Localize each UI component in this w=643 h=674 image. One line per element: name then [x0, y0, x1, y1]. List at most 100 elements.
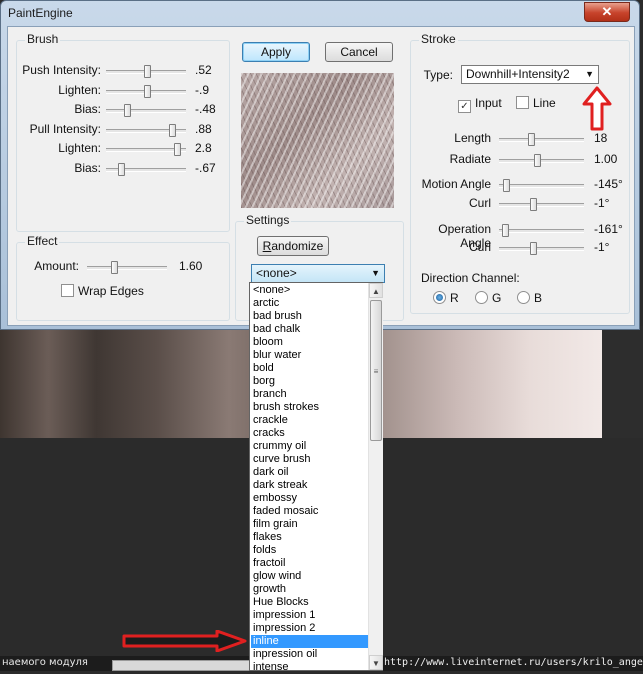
dropdown-item[interactable]: film grain	[251, 518, 368, 531]
dropdown-scrollbar[interactable]: ▲ ≡ ▼	[368, 283, 383, 670]
texture-preview	[241, 73, 394, 208]
dropdown-item[interactable]: growth	[251, 583, 368, 596]
channel-radio-b[interactable]: B	[517, 291, 542, 305]
chevron-down-icon: ▼	[371, 268, 380, 278]
dropdown-item[interactable]: bad chalk	[251, 323, 368, 336]
stroke-legend: Stroke	[419, 32, 458, 46]
dropdown-item[interactable]: cracks	[251, 427, 368, 440]
brush-legend: Brush	[25, 32, 61, 46]
dropdown-item[interactable]: brush strokes	[251, 401, 368, 414]
dropdown-item[interactable]: inpression oil	[251, 648, 368, 661]
dropdown-item[interactable]: blur water	[251, 349, 368, 362]
bottom-scrollbar[interactable]	[112, 660, 250, 671]
brush-slider-thumb[interactable]	[169, 123, 176, 137]
brush-slider-thumb[interactable]	[174, 143, 181, 156]
dropdown-item[interactable]: inline	[251, 635, 368, 648]
brush-slider[interactable]	[106, 162, 186, 176]
stroke-slider-thumb[interactable]	[502, 224, 509, 237]
dropdown-item[interactable]: curve brush	[251, 453, 368, 466]
scroll-up-arrow-icon[interactable]: ▲	[369, 283, 383, 298]
check-icon: ✓	[460, 101, 469, 112]
stroke-slider-thumb[interactable]	[534, 154, 541, 167]
brush-slider[interactable]	[106, 84, 186, 98]
stroke-row-value: -1°	[594, 240, 610, 254]
brush-slider-thumb[interactable]	[144, 84, 151, 98]
stroke-slider-thumb[interactable]	[503, 179, 510, 192]
input-checkbox[interactable]: ✓ Input	[458, 96, 502, 113]
channel-radio-r[interactable]: R	[433, 291, 459, 305]
brush-slider-thumb[interactable]	[144, 65, 151, 78]
dropdown-item[interactable]: bloom	[251, 336, 368, 349]
apply-button[interactable]: Apply	[242, 42, 310, 62]
radio-dot[interactable]	[433, 291, 446, 304]
preset-dropdown-list[interactable]: <none> arctic bad brush bad chalk bloom blur …	[249, 282, 383, 674]
stroke-row-value: 1.00	[594, 152, 618, 166]
stroke-slider[interactable]	[499, 198, 584, 211]
brush-row-label: Lighten:	[58, 141, 101, 155]
brush-slider[interactable]	[106, 143, 186, 156]
channel-radio-g[interactable]: G	[475, 291, 501, 305]
radio-dot[interactable]	[517, 291, 530, 304]
paintengine-window: PaintEngine ✕ Brush Push Intensity: .52 Li…	[0, 0, 640, 330]
effect-group: Effect Amount: 1.60 Wrap Edges	[16, 234, 230, 321]
background-panel	[602, 326, 643, 438]
stroke-slider[interactable]	[499, 242, 584, 255]
stroke-slider[interactable]	[499, 224, 584, 237]
dropdown-item[interactable]: glow wind	[251, 570, 368, 583]
stroke-group: Stroke Type: Downhill+Intensity2 ▼ ✓ Inpu…	[410, 32, 630, 314]
line-checkbox[interactable]: Line	[516, 96, 556, 110]
line-box[interactable]	[516, 96, 529, 109]
wrap-edges-checkbox[interactable]: Wrap Edges	[61, 284, 144, 298]
wrap-edges-box[interactable]	[61, 284, 74, 297]
dropdown-item[interactable]: branch	[251, 388, 368, 401]
brush-slider[interactable]	[106, 123, 186, 137]
randomize-button[interactable]: Randomize	[257, 236, 329, 256]
title-bar[interactable]: PaintEngine ✕	[1, 1, 639, 25]
dropdown-item[interactable]: fractoil	[251, 557, 368, 570]
dropdown-item[interactable]: impression 1	[251, 609, 368, 622]
brush-slider[interactable]	[106, 65, 186, 78]
stroke-slider-thumb[interactable]	[530, 242, 537, 255]
dropdown-item[interactable]: folds	[251, 544, 368, 557]
preset-select[interactable]: <none> ▼	[251, 264, 385, 283]
scroll-down-arrow-icon[interactable]: ▼	[369, 655, 383, 670]
brush-slider-thumb[interactable]	[118, 162, 125, 176]
stroke-slider[interactable]	[499, 179, 584, 192]
channel-label: R	[450, 291, 459, 305]
input-box[interactable]: ✓	[458, 100, 471, 113]
amount-thumb[interactable]	[111, 261, 118, 274]
dropdown-item[interactable]: borg	[251, 375, 368, 388]
stroke-type-select[interactable]: Downhill+Intensity2 ▼	[461, 65, 599, 84]
dropdown-item[interactable]: crackle	[251, 414, 368, 427]
stroke-slider-track	[499, 229, 584, 233]
dropdown-item[interactable]: dark oil	[251, 466, 368, 479]
dropdown-item[interactable]: crummy oil	[251, 440, 368, 453]
stroke-row-label: Motion Angle	[421, 177, 491, 191]
dropdown-item[interactable]: flakes	[251, 531, 368, 544]
scroll-thumb[interactable]: ≡	[370, 300, 382, 441]
brush-slider-thumb[interactable]	[124, 104, 131, 117]
stroke-slider-track	[499, 184, 584, 188]
brush-slider[interactable]	[106, 104, 186, 117]
close-button[interactable]: ✕	[584, 2, 630, 22]
bottom-left-text: наемого модуля	[2, 657, 88, 668]
stroke-slider[interactable]	[499, 133, 584, 146]
dropdown-item[interactable]: bold	[251, 362, 368, 375]
amount-slider[interactable]	[87, 261, 167, 274]
amount-label: Amount:	[34, 259, 79, 273]
cancel-button[interactable]: Cancel	[325, 42, 393, 62]
dropdown-item[interactable]: Hue Blocks	[251, 596, 368, 609]
dropdown-item[interactable]: arctic	[251, 297, 368, 310]
stroke-slider[interactable]	[499, 154, 584, 167]
dropdown-item[interactable]: <none>	[251, 284, 368, 297]
stroke-slider-thumb[interactable]	[528, 133, 535, 146]
dropdown-item[interactable]: embossy	[251, 492, 368, 505]
radio-dot[interactable]	[475, 291, 488, 304]
dropdown-item[interactable]: dark streak	[251, 479, 368, 492]
dropdown-item[interactable]: bad brush	[251, 310, 368, 323]
preset-select-value: <none>	[256, 266, 297, 280]
dropdown-item[interactable]: intense	[251, 661, 368, 674]
dropdown-item[interactable]: faded mosaic	[251, 505, 368, 518]
dropdown-item[interactable]: impression 2	[251, 622, 368, 635]
stroke-slider-thumb[interactable]	[530, 198, 537, 211]
